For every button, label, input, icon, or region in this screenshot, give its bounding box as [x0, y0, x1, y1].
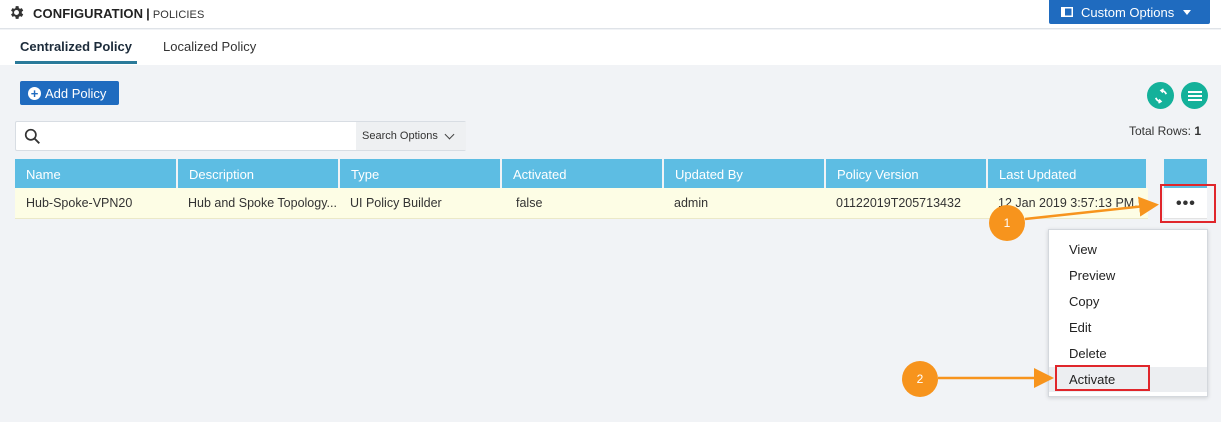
callout-step-1: 1	[989, 205, 1025, 241]
annotation-arrows	[938, 196, 1159, 388]
callout-step-2: 2	[902, 361, 938, 397]
arrow-1	[1024, 196, 1159, 221]
